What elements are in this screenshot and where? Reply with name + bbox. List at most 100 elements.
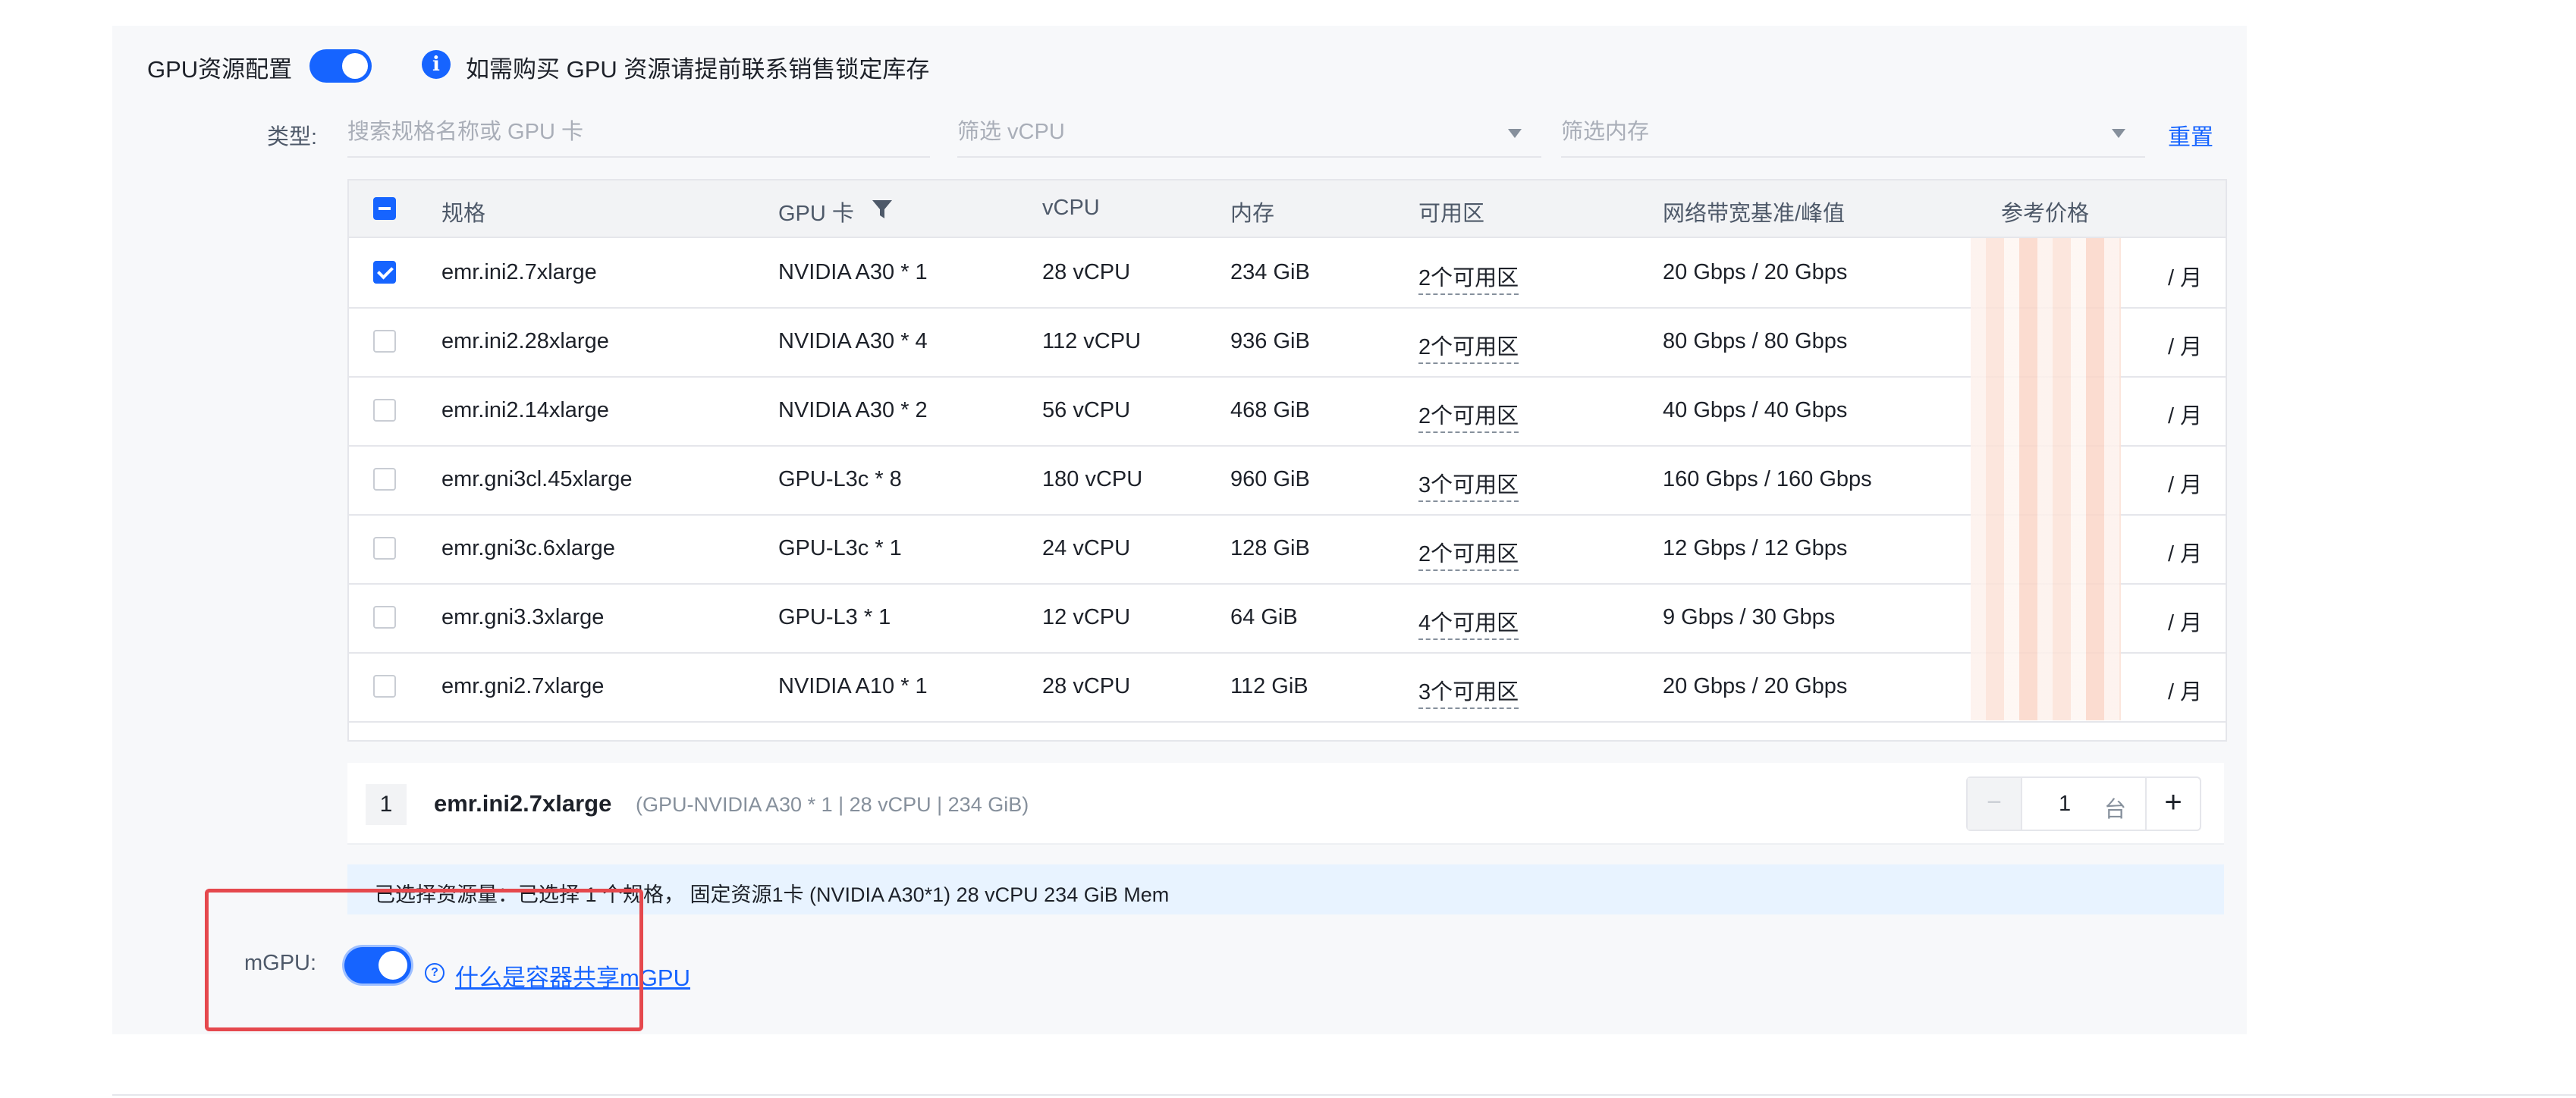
row-price-unit: / 月 <box>2168 542 2203 566</box>
row-bandwidth: 20 Gbps / 20 Gbps <box>1663 674 1848 698</box>
row-vcpu: 56 vCPU <box>1042 398 1131 422</box>
gpu-config-label: GPU资源配置 <box>147 56 293 83</box>
row-spec: emr.gni3cl.45xlarge <box>441 467 633 491</box>
select-all-checkbox[interactable] <box>373 197 396 220</box>
row-bandwidth: 80 Gbps / 80 Gbps <box>1663 329 1848 353</box>
header-zones: 可用区 <box>1418 202 1485 226</box>
selected-spec-detail: (GPU-NVIDIA A30 * 1 | 28 vCPU | 234 GiB) <box>636 793 1029 816</box>
vcpu-filter-select[interactable]: 筛选 vCPU <box>957 112 1541 158</box>
row-memory: 234 GiB <box>1230 260 1310 284</box>
chevron-down-icon <box>1508 129 1522 138</box>
header-gpu: GPU 卡 <box>778 202 854 226</box>
row-memory: 936 GiB <box>1230 329 1310 353</box>
toggle-knob <box>342 53 368 79</box>
table-row[interactable]: emr.ini2.28xlarge NVIDIA A30 * 4 112 vCP… <box>349 307 2226 378</box>
row-gpu: GPU-L3 * 1 <box>778 605 891 629</box>
spec-table: 规格 GPU 卡 vCPU 内存 可用区 网络带宽基准/峰值 参考价格 emr.… <box>347 179 2227 742</box>
memory-filter-select[interactable]: 筛选内存 <box>1561 112 2145 158</box>
row-memory: 112 GiB <box>1230 674 1308 698</box>
row-zones[interactable]: 2个可用区 <box>1418 536 1519 571</box>
row-zones[interactable]: 3个可用区 <box>1418 674 1519 709</box>
type-label: 类型: <box>267 125 318 149</box>
row-zones[interactable]: 2个可用区 <box>1418 329 1519 364</box>
gpu-info-text: 如需购买 GPU 资源请提前联系销售锁定库存 <box>466 56 930 83</box>
quantity-input[interactable]: 1 <box>2059 792 2071 817</box>
memory-filter-placeholder: 筛选内存 <box>1561 120 1650 144</box>
reset-button[interactable]: 重置 <box>2168 118 2213 152</box>
header-price: 参考价格 <box>2001 202 2090 226</box>
row-spec: emr.gni3.3xlarge <box>441 605 605 629</box>
selected-index: 1 <box>366 784 407 825</box>
row-vcpu: 180 vCPU <box>1042 467 1143 491</box>
row-gpu: GPU-L3c * 8 <box>778 467 902 491</box>
row-checkbox[interactable] <box>373 606 396 629</box>
row-checkbox[interactable] <box>373 330 396 353</box>
decrement-button[interactable]: − <box>1968 778 2022 830</box>
row-checkbox[interactable] <box>373 399 396 422</box>
row-checkbox[interactable] <box>373 537 396 560</box>
table-header: 规格 GPU 卡 vCPU 内存 可用区 网络带宽基准/峰值 参考价格 <box>349 180 2226 238</box>
info-icon: i <box>422 50 451 79</box>
row-vcpu: 28 vCPU <box>1042 260 1131 284</box>
header-vcpu: vCPU <box>1042 196 1100 220</box>
quantity-stepper: − 1 台 + <box>1966 776 2201 831</box>
row-memory: 960 GiB <box>1230 467 1310 491</box>
row-price-unit: / 月 <box>2168 611 2203 635</box>
row-price-unit: / 月 <box>2168 473 2203 497</box>
row-bandwidth: 20 Gbps / 20 Gbps <box>1663 260 1848 284</box>
row-gpu: GPU-L3c * 1 <box>778 536 902 560</box>
filter-icon[interactable] <box>871 199 894 220</box>
row-memory: 64 GiB <box>1230 605 1298 629</box>
gpu-config-toggle[interactable] <box>309 49 372 83</box>
spec-search-input[interactable]: 搜索规格名称或 GPU 卡 <box>347 112 930 158</box>
row-bandwidth: 40 Gbps / 40 Gbps <box>1663 398 1848 422</box>
quantity-unit: 台 <box>2104 798 2127 822</box>
row-zones[interactable]: 4个可用区 <box>1418 605 1519 640</box>
table-row[interactable]: emr.ini2.14xlarge NVIDIA A30 * 2 56 vCPU… <box>349 376 2226 447</box>
table-row[interactable]: emr.ini2.7xlarge NVIDIA A30 * 1 28 vCPU … <box>349 238 2226 309</box>
table-row[interactable]: emr.gni3c.6xlarge GPU-L3c * 1 24 vCPU 12… <box>349 514 2226 585</box>
row-gpu: NVIDIA A10 * 1 <box>778 674 928 698</box>
table-row[interactable]: emr.gni2.7xlarge NVIDIA A10 * 1 28 vCPU … <box>349 652 2226 723</box>
row-memory: 468 GiB <box>1230 398 1310 422</box>
row-vcpu: 112 vCPU <box>1042 329 1142 353</box>
row-price-unit: / 月 <box>2168 680 2203 704</box>
row-price-unit: / 月 <box>2168 266 2203 290</box>
row-zones[interactable]: 2个可用区 <box>1418 260 1519 295</box>
row-vcpu: 24 vCPU <box>1042 536 1131 560</box>
row-zones[interactable]: 3个可用区 <box>1418 467 1519 502</box>
row-spec: emr.ini2.7xlarge <box>441 260 597 284</box>
search-placeholder: 搜索规格名称或 GPU 卡 <box>347 120 583 144</box>
row-bandwidth: 160 Gbps / 160 Gbps <box>1663 467 1872 491</box>
header-bandwidth: 网络带宽基准/峰值 <box>1663 202 1846 226</box>
row-checkbox[interactable] <box>373 468 396 491</box>
chevron-down-icon <box>2112 129 2125 138</box>
selected-spec-bar: 1 emr.ini2.7xlarge (GPU-NVIDIA A30 * 1 |… <box>347 763 2224 845</box>
row-spec: emr.ini2.14xlarge <box>441 398 609 422</box>
row-gpu: NVIDIA A30 * 4 <box>778 329 928 353</box>
increment-button[interactable]: + <box>2145 778 2200 830</box>
vcpu-filter-placeholder: 筛选 vCPU <box>957 120 1065 144</box>
row-gpu: NVIDIA A30 * 1 <box>778 260 928 284</box>
row-bandwidth: 9 Gbps / 30 Gbps <box>1663 605 1836 629</box>
row-price-unit: / 月 <box>2168 335 2203 359</box>
row-checkbox[interactable] <box>373 675 396 698</box>
price-redaction <box>1971 238 2121 720</box>
selected-spec-name: emr.ini2.7xlarge <box>434 790 612 817</box>
row-bandwidth: 12 Gbps / 12 Gbps <box>1663 536 1848 560</box>
row-spec: emr.gni2.7xlarge <box>441 674 605 698</box>
row-spec: emr.ini2.28xlarge <box>441 329 609 353</box>
header-spec: 规格 <box>441 202 486 226</box>
row-memory: 128 GiB <box>1230 536 1310 560</box>
row-checkbox[interactable] <box>373 261 396 284</box>
header-memory: 内存 <box>1230 202 1275 226</box>
table-row[interactable]: emr.gni3.3xlarge GPU-L3 * 1 12 vCPU 64 G… <box>349 583 2226 654</box>
row-vcpu: 12 vCPU <box>1042 605 1131 629</box>
row-vcpu: 28 vCPU <box>1042 674 1131 698</box>
row-gpu: NVIDIA A30 * 2 <box>778 398 928 422</box>
divider <box>112 1094 2576 1096</box>
highlight-box <box>205 889 643 1031</box>
table-row[interactable]: emr.gni3cl.45xlarge GPU-L3c * 8 180 vCPU… <box>349 445 2226 516</box>
row-spec: emr.gni3c.6xlarge <box>441 536 615 560</box>
row-zones[interactable]: 2个可用区 <box>1418 398 1519 433</box>
